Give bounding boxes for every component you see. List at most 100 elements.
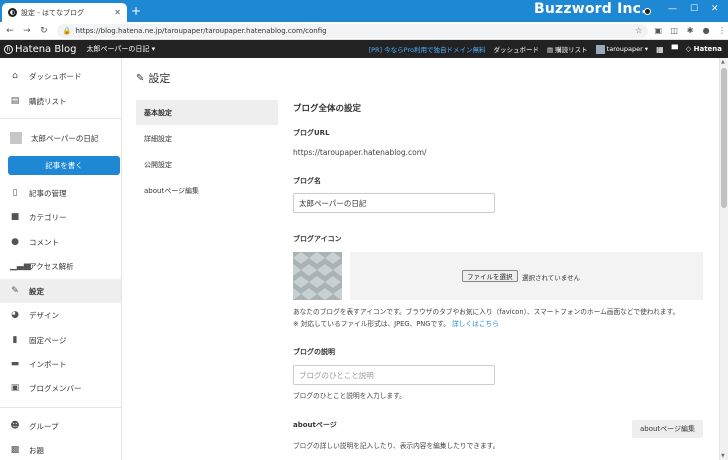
blog-desc-input[interactable]: ブログのひとこと説明	[293, 365, 495, 385]
icon-help-note: ※ 対応しているファイル形式は、JPEG、PNGです。 詳しくはこちら	[293, 318, 499, 328]
about-edit-button[interactable]: aboutページ編集	[632, 420, 703, 438]
blog-icon-label: ブログアイコン	[293, 235, 342, 243]
subnav-basic[interactable]: 基本設定	[136, 100, 278, 125]
page-icon: ▮	[12, 335, 18, 345]
section-title: ブログ全体の設定	[293, 104, 362, 114]
sidebar-item-label: デザイン	[29, 310, 59, 320]
sidebar-item-pages[interactable]: ▮ 固定ページ	[0, 328, 121, 352]
brand-dot-icon	[644, 8, 651, 15]
extension-icon-2[interactable]: ◫	[668, 26, 680, 35]
hatena-header: h Hatena Blog 太郎ペーパーの日記 ▾ [PR] 今ならPro利用で…	[0, 40, 728, 58]
sidebar-item-comments[interactable]: ● コメント	[0, 230, 121, 254]
file-status: 選択されていません	[522, 274, 581, 282]
browser-tab-bar: ◐ 設定 - はてなブログ ✕ + Buzzword Inc. — ☐ ✕	[0, 0, 728, 22]
minimize-button[interactable]: —	[668, 4, 677, 14]
address-bar: ← → ↻ 🔒 https://blog.hatena.ne.jp/taroup…	[0, 22, 728, 40]
sidebar-item-import[interactable]: ▬ インポート	[0, 352, 121, 376]
extension-icon[interactable]: ▣	[652, 26, 664, 35]
blog-thumbnail	[10, 132, 22, 144]
sidebar-item-label: インポート	[29, 359, 67, 369]
blog-selector[interactable]: 太郎ペーパーの日記 ▾	[86, 44, 155, 54]
user-name: taroupaper ▾	[606, 45, 649, 53]
folder-icon: ■	[10, 212, 20, 222]
scroll-up-icon[interactable]: ▲	[721, 59, 725, 65]
sidebar-item-dashboard[interactable]: ⌂ ダッシュボード	[0, 64, 121, 88]
lock-icon: 🔒	[62, 26, 72, 35]
sidebar: ⌂ ダッシュボード ▤ 購読リスト 太郎ペーパーの日記 記事を書く ▯ 記事の管…	[0, 58, 122, 460]
subnav-publish[interactable]: 公開設定	[136, 152, 278, 177]
hatena-blog-logo[interactable]: h Hatena Blog	[4, 44, 76, 55]
about-label: aboutページ	[293, 421, 337, 429]
back-icon[interactable]: ←	[3, 26, 17, 36]
group-icon: ☻	[10, 421, 20, 431]
browser-tab[interactable]: ◐ 設定 - はてなブログ ✕	[2, 3, 127, 22]
blog-name-label: 太郎ペーパーの日記	[31, 133, 99, 143]
sidebar-item-groups[interactable]: ☻ グループ	[0, 414, 121, 438]
icon-help-note-text: ※ 対応しているファイル形式は、JPEG、PNGです。	[293, 320, 450, 328]
sidebar-item-topics[interactable]: ▩ お題	[0, 438, 121, 460]
subnav-advanced[interactable]: 詳細設定	[136, 126, 278, 151]
blog-url-value: https://taroupaper.hatenablog.com/	[293, 148, 427, 157]
sidebar-item-label: 記事の管理	[29, 188, 67, 198]
dashboard-link[interactable]: ダッシュボード	[493, 44, 539, 54]
page-scrollbar[interactable]: ▲ ▼	[719, 58, 728, 460]
wrench-icon: ✎	[11, 286, 19, 296]
scroll-down-icon[interactable]: ▼	[721, 453, 725, 459]
choose-file-button[interactable]: ファイルを選択	[462, 270, 518, 282]
puzzle-icon[interactable]: ✱	[684, 26, 696, 35]
reading-list-link[interactable]: ▤ 購読リスト	[547, 44, 588, 54]
sidebar-item-label: 設定	[29, 286, 44, 296]
url-field[interactable]: 🔒 https://blog.hatena.ne.jp/taroupaper/t…	[56, 23, 649, 38]
sidebar-item-categories[interactable]: ■ カテゴリー	[0, 205, 121, 229]
page-title-text: 設定	[148, 72, 171, 85]
subnav-about-edit[interactable]: aboutページ編集	[136, 178, 278, 203]
profile-icon[interactable]: ●	[700, 26, 712, 35]
icon-help-text: あなたのブログを表すアイコンです。ブラウザのタブやお気に入り（favicon）、…	[293, 308, 680, 316]
promo-link[interactable]: [PR] 今ならPro利用で独自ドメイン無料	[369, 44, 486, 54]
sidebar-item-label: カテゴリー	[29, 212, 67, 222]
write-article-button[interactable]: 記事を書く	[8, 156, 120, 175]
user-menu[interactable]: taroupaper ▾	[595, 44, 649, 54]
blog-desc-label: ブログの説明	[293, 348, 335, 356]
sidebar-item-label: 購読リスト	[29, 96, 67, 106]
home-icon: ⌂	[12, 71, 18, 81]
avatar	[595, 44, 605, 54]
scrollbar-thumb[interactable]	[721, 68, 727, 208]
blog-name-label: ブログ名	[293, 177, 321, 185]
sidebar-item-articles[interactable]: ▯ 記事の管理	[0, 181, 121, 205]
reading-list-label: 購読リスト	[555, 46, 588, 54]
new-tab-button[interactable]: +	[131, 5, 141, 17]
sidebar-item-label: コメント	[29, 237, 59, 247]
topic-icon: ▩	[10, 445, 20, 455]
sidebar-item-label: アクセス解析	[29, 261, 74, 271]
divider	[0, 118, 121, 119]
sidebar-item-members[interactable]: ▣ ブログメンバー	[0, 376, 121, 400]
menu-dots-icon[interactable]: ⋮	[716, 26, 728, 35]
import-icon: ▬	[10, 359, 20, 369]
sidebar-item-reading-list[interactable]: ▤ 購読リスト	[0, 89, 121, 113]
maximize-button[interactable]: ☐	[690, 4, 698, 14]
tab-close-icon[interactable]: ✕	[114, 8, 121, 17]
sidebar-item-label: グループ	[29, 421, 59, 431]
details-link[interactable]: 詳しくはこちら	[452, 320, 499, 328]
sidebar-item-analytics[interactable]: ▁▃▅ アクセス解析	[0, 254, 121, 278]
sidebar-item-label: 固定ページ	[29, 335, 67, 345]
url-text: https://blog.hatena.ne.jp/taroupaper/tar…	[75, 26, 327, 35]
notification-icon[interactable]: ▀	[672, 45, 678, 54]
reload-icon[interactable]: ↻	[37, 26, 51, 36]
sidebar-item-label: ダッシュボード	[29, 71, 82, 81]
hatena-favicon-icon: ◐	[8, 8, 17, 17]
hatena-link[interactable]: ◇ Hatena	[686, 45, 722, 53]
blog-name-input[interactable]: 太郎ペーパーの日記	[293, 193, 495, 213]
forward-icon[interactable]: →	[20, 26, 34, 36]
bookmark-star-icon[interactable]: ☆	[635, 26, 642, 35]
sidebar-item-design[interactable]: ◕ デザイン	[0, 303, 121, 327]
members-icon: ▣	[10, 383, 20, 393]
wrench-icon: ✎	[136, 72, 145, 84]
apps-grid-icon[interactable]: ▦	[656, 45, 664, 54]
close-window-button[interactable]: ✕	[711, 4, 719, 14]
sidebar-item-settings[interactable]: ✎ 設定	[0, 279, 121, 303]
about-help: ブログの詳しい説明を記入したり、表示内容を編集したりできます。	[293, 442, 500, 450]
blog-icon-preview	[293, 252, 342, 300]
sidebar-blog-name[interactable]: 太郎ペーパーの日記	[0, 126, 121, 150]
